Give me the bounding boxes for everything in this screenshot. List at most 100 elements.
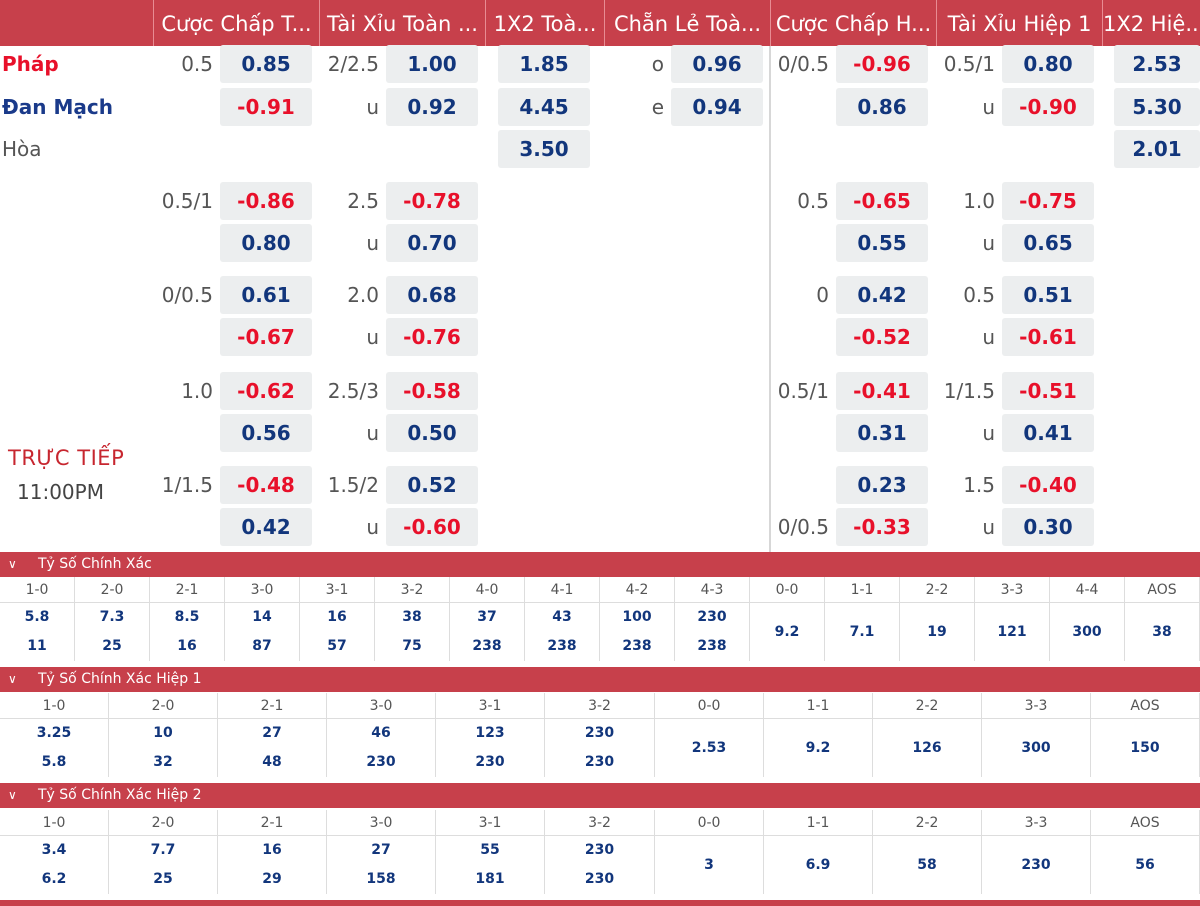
correct-score-section-bar[interactable]: ∨ Tỷ Số Chính Xác (0, 552, 1200, 577)
odds-button[interactable]: -0.60 (386, 508, 478, 546)
odds-button[interactable]: 0.23 (836, 466, 928, 504)
odds-button[interactable]: -0.86 (220, 182, 312, 220)
odds-button[interactable]: 0.55 (836, 224, 928, 262)
score-odd[interactable]: 19 (900, 624, 974, 640)
col-h1-1x2[interactable]: 1X2 Hiệ... (1102, 0, 1200, 46)
score-odds-cell[interactable]: 38 75 (375, 603, 450, 661)
score-odd[interactable]: 9.2 (764, 740, 872, 756)
score-odds-cell[interactable]: 8.5 16 (150, 603, 225, 661)
chevron-down-icon[interactable]: ∨ (8, 552, 17, 577)
odds-button[interactable]: 0.85 (220, 45, 312, 83)
score-odds-cell[interactable]: 58 (873, 836, 982, 894)
chevron-down-icon[interactable]: ∨ (8, 783, 17, 808)
score-odds-cell[interactable]: 9.2 (750, 603, 825, 661)
odds-button[interactable]: 4.45 (498, 88, 590, 126)
score-odd-home[interactable]: 27 (218, 725, 326, 741)
score-odds-cell[interactable]: 56 (1091, 836, 1200, 894)
odds-button[interactable]: -0.58 (386, 372, 478, 410)
score-odd-home[interactable]: 3.25 (0, 725, 108, 741)
score-odds-cell[interactable]: 3 (655, 836, 764, 894)
score-odd-home[interactable]: 7.3 (75, 609, 149, 625)
score-odd-away[interactable]: 181 (436, 871, 544, 887)
odds-button[interactable]: 0.42 (220, 508, 312, 546)
score-odds-cell[interactable]: 55 181 (436, 836, 545, 894)
score-odds-cell[interactable]: 150 (1091, 719, 1200, 777)
odds-button[interactable]: 2.53 (1114, 45, 1200, 83)
score-odd-away[interactable]: 29 (218, 871, 326, 887)
score-odd[interactable]: 300 (982, 740, 1090, 756)
odds-button[interactable]: 0.96 (671, 45, 763, 83)
odds-button[interactable]: 0.42 (836, 276, 928, 314)
odds-button[interactable]: 0.70 (386, 224, 478, 262)
score-odds-cell[interactable]: 230 230 (545, 836, 655, 894)
score-odd-home[interactable]: 100 (600, 609, 674, 625)
odds-button[interactable]: -0.48 (220, 466, 312, 504)
odds-button[interactable]: 0.51 (1002, 276, 1094, 314)
score-odds-cell[interactable]: 7.1 (825, 603, 900, 661)
score-odd-home[interactable]: 37 (450, 609, 524, 625)
odds-button[interactable]: -0.41 (836, 372, 928, 410)
score-odd[interactable]: 7.1 (825, 624, 899, 640)
score-odd-away[interactable]: 48 (218, 754, 326, 770)
odds-button[interactable]: 3.50 (498, 130, 590, 168)
odds-button[interactable]: -0.67 (220, 318, 312, 356)
score-odds-cell[interactable]: 10 32 (109, 719, 218, 777)
odds-button[interactable]: -0.78 (386, 182, 478, 220)
score-odd-home[interactable]: 3.4 (0, 842, 108, 858)
score-odd[interactable]: 2.53 (655, 740, 763, 756)
score-odd-home[interactable]: 16 (300, 609, 374, 625)
score-odds-cell[interactable]: 3.4 6.2 (0, 836, 109, 894)
score-odds-cell[interactable]: 300 (1050, 603, 1125, 661)
odds-button[interactable]: 1.00 (386, 45, 478, 83)
odds-button[interactable]: 0.61 (220, 276, 312, 314)
score-odds-cell[interactable]: 3.25 5.8 (0, 719, 109, 777)
score-odd[interactable]: 230 (982, 857, 1090, 873)
score-odd-home[interactable]: 123 (436, 725, 544, 741)
odds-button[interactable]: -0.91 (220, 88, 312, 126)
col-ft-handicap[interactable]: Cược Chấp T... (153, 0, 319, 46)
score-odd-home[interactable]: 16 (218, 842, 326, 858)
score-odd-away[interactable]: 16 (150, 638, 224, 654)
score-odd-away[interactable]: 158 (327, 871, 435, 887)
score-odd-away[interactable]: 25 (109, 871, 217, 887)
odds-button[interactable]: 0.80 (220, 224, 312, 262)
score-odd-away[interactable]: 238 (600, 638, 674, 654)
odds-button[interactable]: -0.62 (220, 372, 312, 410)
odds-button[interactable]: -0.52 (836, 318, 928, 356)
score-odd-home[interactable]: 230 (545, 842, 654, 858)
score-odd-home[interactable]: 55 (436, 842, 544, 858)
score-odd-away[interactable]: 87 (225, 638, 299, 654)
score-odd-away[interactable]: 6.2 (0, 871, 108, 887)
odds-button[interactable]: 2.01 (1114, 130, 1200, 168)
score-odds-cell[interactable]: 300 (982, 719, 1091, 777)
score-odd-away[interactable]: 25 (75, 638, 149, 654)
score-odds-cell[interactable]: 2.53 (655, 719, 764, 777)
score-odd[interactable]: 6.9 (764, 857, 872, 873)
odds-button[interactable]: 0.80 (1002, 45, 1094, 83)
correct-score-h1-section-bar[interactable]: ∨ Tỷ Số Chính Xác Hiệp 1 (0, 667, 1200, 692)
score-odd-away[interactable]: 75 (375, 638, 449, 654)
score-odds-cell[interactable]: 7.3 25 (75, 603, 150, 661)
score-odds-cell[interactable]: 5.8 11 (0, 603, 75, 661)
score-odd[interactable]: 121 (975, 624, 1049, 640)
odds-button[interactable]: -0.61 (1002, 318, 1094, 356)
col-ft-1x2[interactable]: 1X2 Toà... (485, 0, 604, 46)
score-odds-cell[interactable]: 14 87 (225, 603, 300, 661)
score-odds-cell[interactable]: 123 230 (436, 719, 545, 777)
score-odds-cell[interactable]: 9.2 (764, 719, 873, 777)
score-odd-home[interactable]: 46 (327, 725, 435, 741)
odds-button[interactable]: 0.86 (836, 88, 928, 126)
score-odds-cell[interactable]: 19 (900, 603, 975, 661)
score-odd-away[interactable]: 230 (545, 871, 654, 887)
score-odds-cell[interactable]: 43 238 (525, 603, 600, 661)
score-odd-home[interactable]: 8.5 (150, 609, 224, 625)
col-h1-over-under[interactable]: Tài Xỉu Hiệp 1 (936, 0, 1102, 46)
odds-button[interactable]: -0.96 (836, 45, 928, 83)
score-odd-away[interactable]: 238 (675, 638, 749, 654)
score-odd-away[interactable]: 238 (525, 638, 599, 654)
score-odds-cell[interactable]: 16 29 (218, 836, 327, 894)
odds-button[interactable]: -0.75 (1002, 182, 1094, 220)
score-odd-home[interactable]: 43 (525, 609, 599, 625)
score-odd-home[interactable]: 5.8 (0, 609, 74, 625)
score-odds-cell[interactable]: 37 238 (450, 603, 525, 661)
